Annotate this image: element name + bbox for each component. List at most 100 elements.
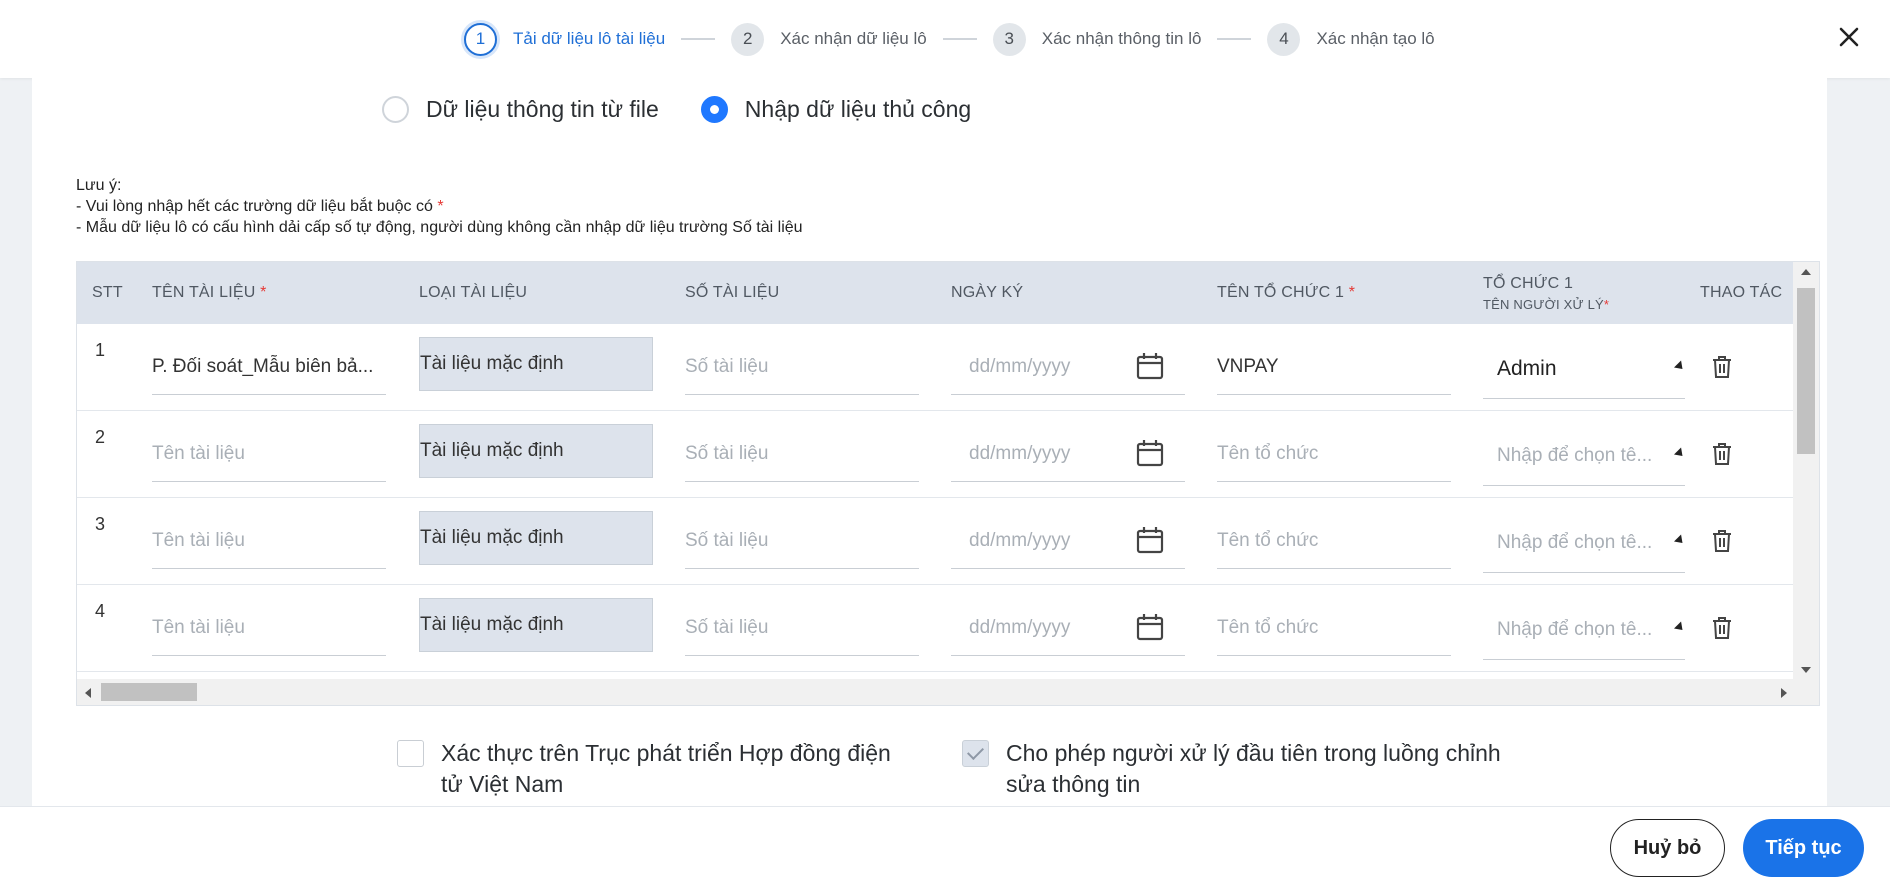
radio-manual-source[interactable]: Nhập dữ liệu thủ công (700, 96, 971, 123)
ten-tai-lieu-input[interactable]: Tên tài liệu (152, 426, 386, 482)
ten-tai-lieu-input[interactable]: P. Đối soát_Mẫu biên bả... (152, 339, 386, 395)
loai-tai-lieu-field: Tài liệu mặc định (419, 598, 653, 652)
nguoi-xu-ly-select[interactable]: Nhập để chọn tê... (1483, 600, 1685, 660)
cancel-button[interactable]: Huỷ bỏ (1610, 819, 1725, 877)
allow-edit-checkbox[interactable] (962, 740, 989, 767)
notes-line-1-text: - Vui lòng nhập hết các trường dữ liệu b… (76, 198, 438, 215)
notes-line-2: - Mẫu dữ liệu lô có cấu hình dải cấp số … (76, 219, 803, 236)
header-ten-to-chuc-label: TÊN TỔ CHỨC 1 (1217, 284, 1345, 301)
allow-edit-option[interactable]: Cho phép người xử lý đầu tiên trong luồn… (962, 738, 1522, 800)
table-row: 4 Tên tài liệu Tài liệu mặc định Số tài … (77, 585, 1795, 672)
so-tai-lieu-input[interactable]: Số tài liệu (685, 339, 919, 395)
trash-icon[interactable] (1711, 442, 1733, 466)
notes-line-1: - Vui lòng nhập hết các trường dữ liệu b… (76, 196, 803, 217)
nguoi-xu-ly-select[interactable]: Nhập để chọn tê... (1483, 426, 1685, 486)
close-icon[interactable] (1834, 22, 1864, 52)
ten-to-chuc-input[interactable]: VNPAY (1217, 339, 1451, 395)
calendar-icon[interactable] (1135, 525, 1165, 555)
table-row: 2 Tên tài liệu Tài liệu mặc định Số tài … (77, 411, 1795, 498)
ten-tai-lieu-input[interactable]: Tên tài liệu (152, 600, 386, 656)
verify-checkbox[interactable] (397, 740, 424, 767)
main-panel: Dữ liệu thông tin từ file Nhập dữ liệu t… (32, 78, 1827, 806)
step-2-label: Xác nhận dữ liệu lô (780, 29, 927, 48)
trash-icon[interactable] (1711, 616, 1733, 640)
row-stt: 3 (95, 514, 106, 534)
step-connector (1217, 38, 1252, 40)
step-connector (681, 38, 716, 40)
footer-bar: Huỷ bỏ Tiếp tục (0, 806, 1890, 885)
horizontal-scrollbar[interactable] (77, 679, 1819, 705)
header-ten-tai-lieu: TÊN TÀI LIỆU * (152, 262, 267, 324)
scroll-down-icon[interactable] (1800, 666, 1812, 674)
header-stt: STT (92, 284, 123, 301)
step-2-number: 2 (731, 22, 765, 56)
nguoi-xu-ly-select[interactable]: Nhập để chọn tê... (1483, 513, 1685, 573)
row-stt: 4 (95, 601, 106, 621)
step-3: 3 Xác nhận thông tin lô (992, 22, 1202, 56)
continue-button[interactable]: Tiếp tục (1743, 819, 1864, 877)
ten-tai-lieu-input[interactable]: Tên tài liệu (152, 513, 386, 569)
header-loai-tai-lieu: LOẠI TÀI LIỆU (419, 284, 528, 301)
step-1-label: Tải dữ liệu lô tài liệu (513, 29, 666, 48)
verify-label: Xác thực trên Trục phát triển Hợp đồng đ… (441, 740, 891, 797)
scroll-left-icon[interactable] (84, 687, 92, 699)
step-4-label: Xác nhận tạo lô (1316, 29, 1435, 48)
radio-file-circle[interactable] (382, 96, 409, 123)
step-4: 4 Xác nhận tạo lô (1267, 22, 1435, 56)
loai-tai-lieu-field: Tài liệu mặc định (419, 424, 653, 478)
data-source-radio-group: Dữ liệu thông tin từ file Nhập dữ liệu t… (382, 96, 1013, 123)
documents-table: STT TÊN TÀI LIỆU * LOẠI TÀI LIỆU SỐ TÀI … (76, 261, 1820, 706)
radio-manual-circle[interactable] (700, 96, 728, 123)
step-1: 1 Tải dữ liệu lô tài liệu (464, 22, 666, 56)
header-nguoi-xu-ly: TÊN NGƯỜI XỬ LÝ* (1483, 297, 1609, 312)
table-row: 3 Tên tài liệu Tài liệu mặc định Số tài … (77, 498, 1795, 585)
scroll-up-icon[interactable] (1800, 268, 1812, 276)
ten-to-chuc-input[interactable]: Tên tổ chức (1217, 513, 1451, 569)
scroll-right-icon[interactable] (1780, 687, 1788, 699)
step-3-number: 3 (992, 22, 1026, 56)
calendar-icon[interactable] (1135, 351, 1165, 381)
loai-tai-lieu-field: Tài liệu mặc định (419, 337, 653, 391)
ten-to-chuc-input[interactable]: Tên tổ chức (1217, 600, 1451, 656)
header-to-chuc-label: TỔ CHỨC 1 (1483, 274, 1574, 292)
table-header: STT TÊN TÀI LIỆU * LOẠI TÀI LIỆU SỐ TÀI … (77, 262, 1795, 324)
required-mark: * (1603, 296, 1610, 312)
header-ten-to-chuc: TÊN TỔ CHỨC 1 * (1217, 262, 1355, 324)
step-4-number: 4 (1267, 22, 1301, 56)
header-to-chuc: TỔ CHỨC 1 TÊN NGƯỜI XỬ LÝ* (1483, 262, 1609, 324)
stepper-bar: 1 Tải dữ liệu lô tài liệu 2 Xác nhận dữ … (0, 0, 1890, 78)
step-2: 2 Xác nhận dữ liệu lô (731, 22, 927, 56)
row-stt: 2 (95, 427, 106, 447)
trash-icon[interactable] (1711, 529, 1733, 553)
verify-option[interactable]: Xác thực trên Trục phát triển Hợp đồng đ… (397, 738, 897, 800)
row-stt: 1 (95, 340, 106, 360)
horizontal-scroll-thumb[interactable] (101, 683, 197, 701)
ten-to-chuc-input[interactable]: Tên tổ chức (1217, 426, 1451, 482)
allow-edit-label: Cho phép người xử lý đầu tiên trong luồn… (1006, 740, 1501, 797)
loai-tai-lieu-field: Tài liệu mặc định (419, 511, 653, 565)
radio-file-label[interactable]: Dữ liệu thông tin từ file (426, 96, 659, 123)
vertical-scroll-thumb[interactable] (1797, 288, 1815, 454)
header-nguoi-xu-ly-label: TÊN NGƯỜI XỬ LÝ (1483, 296, 1604, 312)
radio-file-source[interactable]: Dữ liệu thông tin từ file (382, 96, 659, 123)
calendar-icon[interactable] (1135, 612, 1165, 642)
header-ten-tai-lieu-label: TÊN TÀI LIỆU (152, 284, 256, 301)
so-tai-lieu-input[interactable]: Số tài liệu (685, 600, 919, 656)
nguoi-xu-ly-select[interactable]: Admin (1483, 339, 1685, 399)
header-ngay-ky: NGÀY KÝ (951, 284, 1024, 301)
so-tai-lieu-input[interactable]: Số tài liệu (685, 513, 919, 569)
radio-manual-label[interactable]: Nhập dữ liệu thủ công (745, 96, 971, 123)
notes: Lưu ý: - Vui lòng nhập hết các trường dữ… (76, 175, 803, 238)
required-mark: * (437, 198, 444, 215)
stepper: 1 Tải dữ liệu lô tài liệu 2 Xác nhận dữ … (464, 20, 1435, 58)
so-tai-lieu-input[interactable]: Số tài liệu (685, 426, 919, 482)
trash-icon[interactable] (1711, 355, 1733, 379)
required-mark: * (1348, 284, 1356, 301)
step-3-label: Xác nhận thông tin lô (1041, 29, 1202, 48)
header-thao-tac: THAO TÁC (1700, 284, 1783, 301)
step-connector (942, 38, 977, 40)
calendar-icon[interactable] (1135, 438, 1165, 468)
vertical-scrollbar[interactable] (1793, 262, 1819, 680)
header-so-tai-lieu: SỐ TÀI LIỆU (685, 284, 780, 301)
step-1-number: 1 (464, 22, 497, 56)
